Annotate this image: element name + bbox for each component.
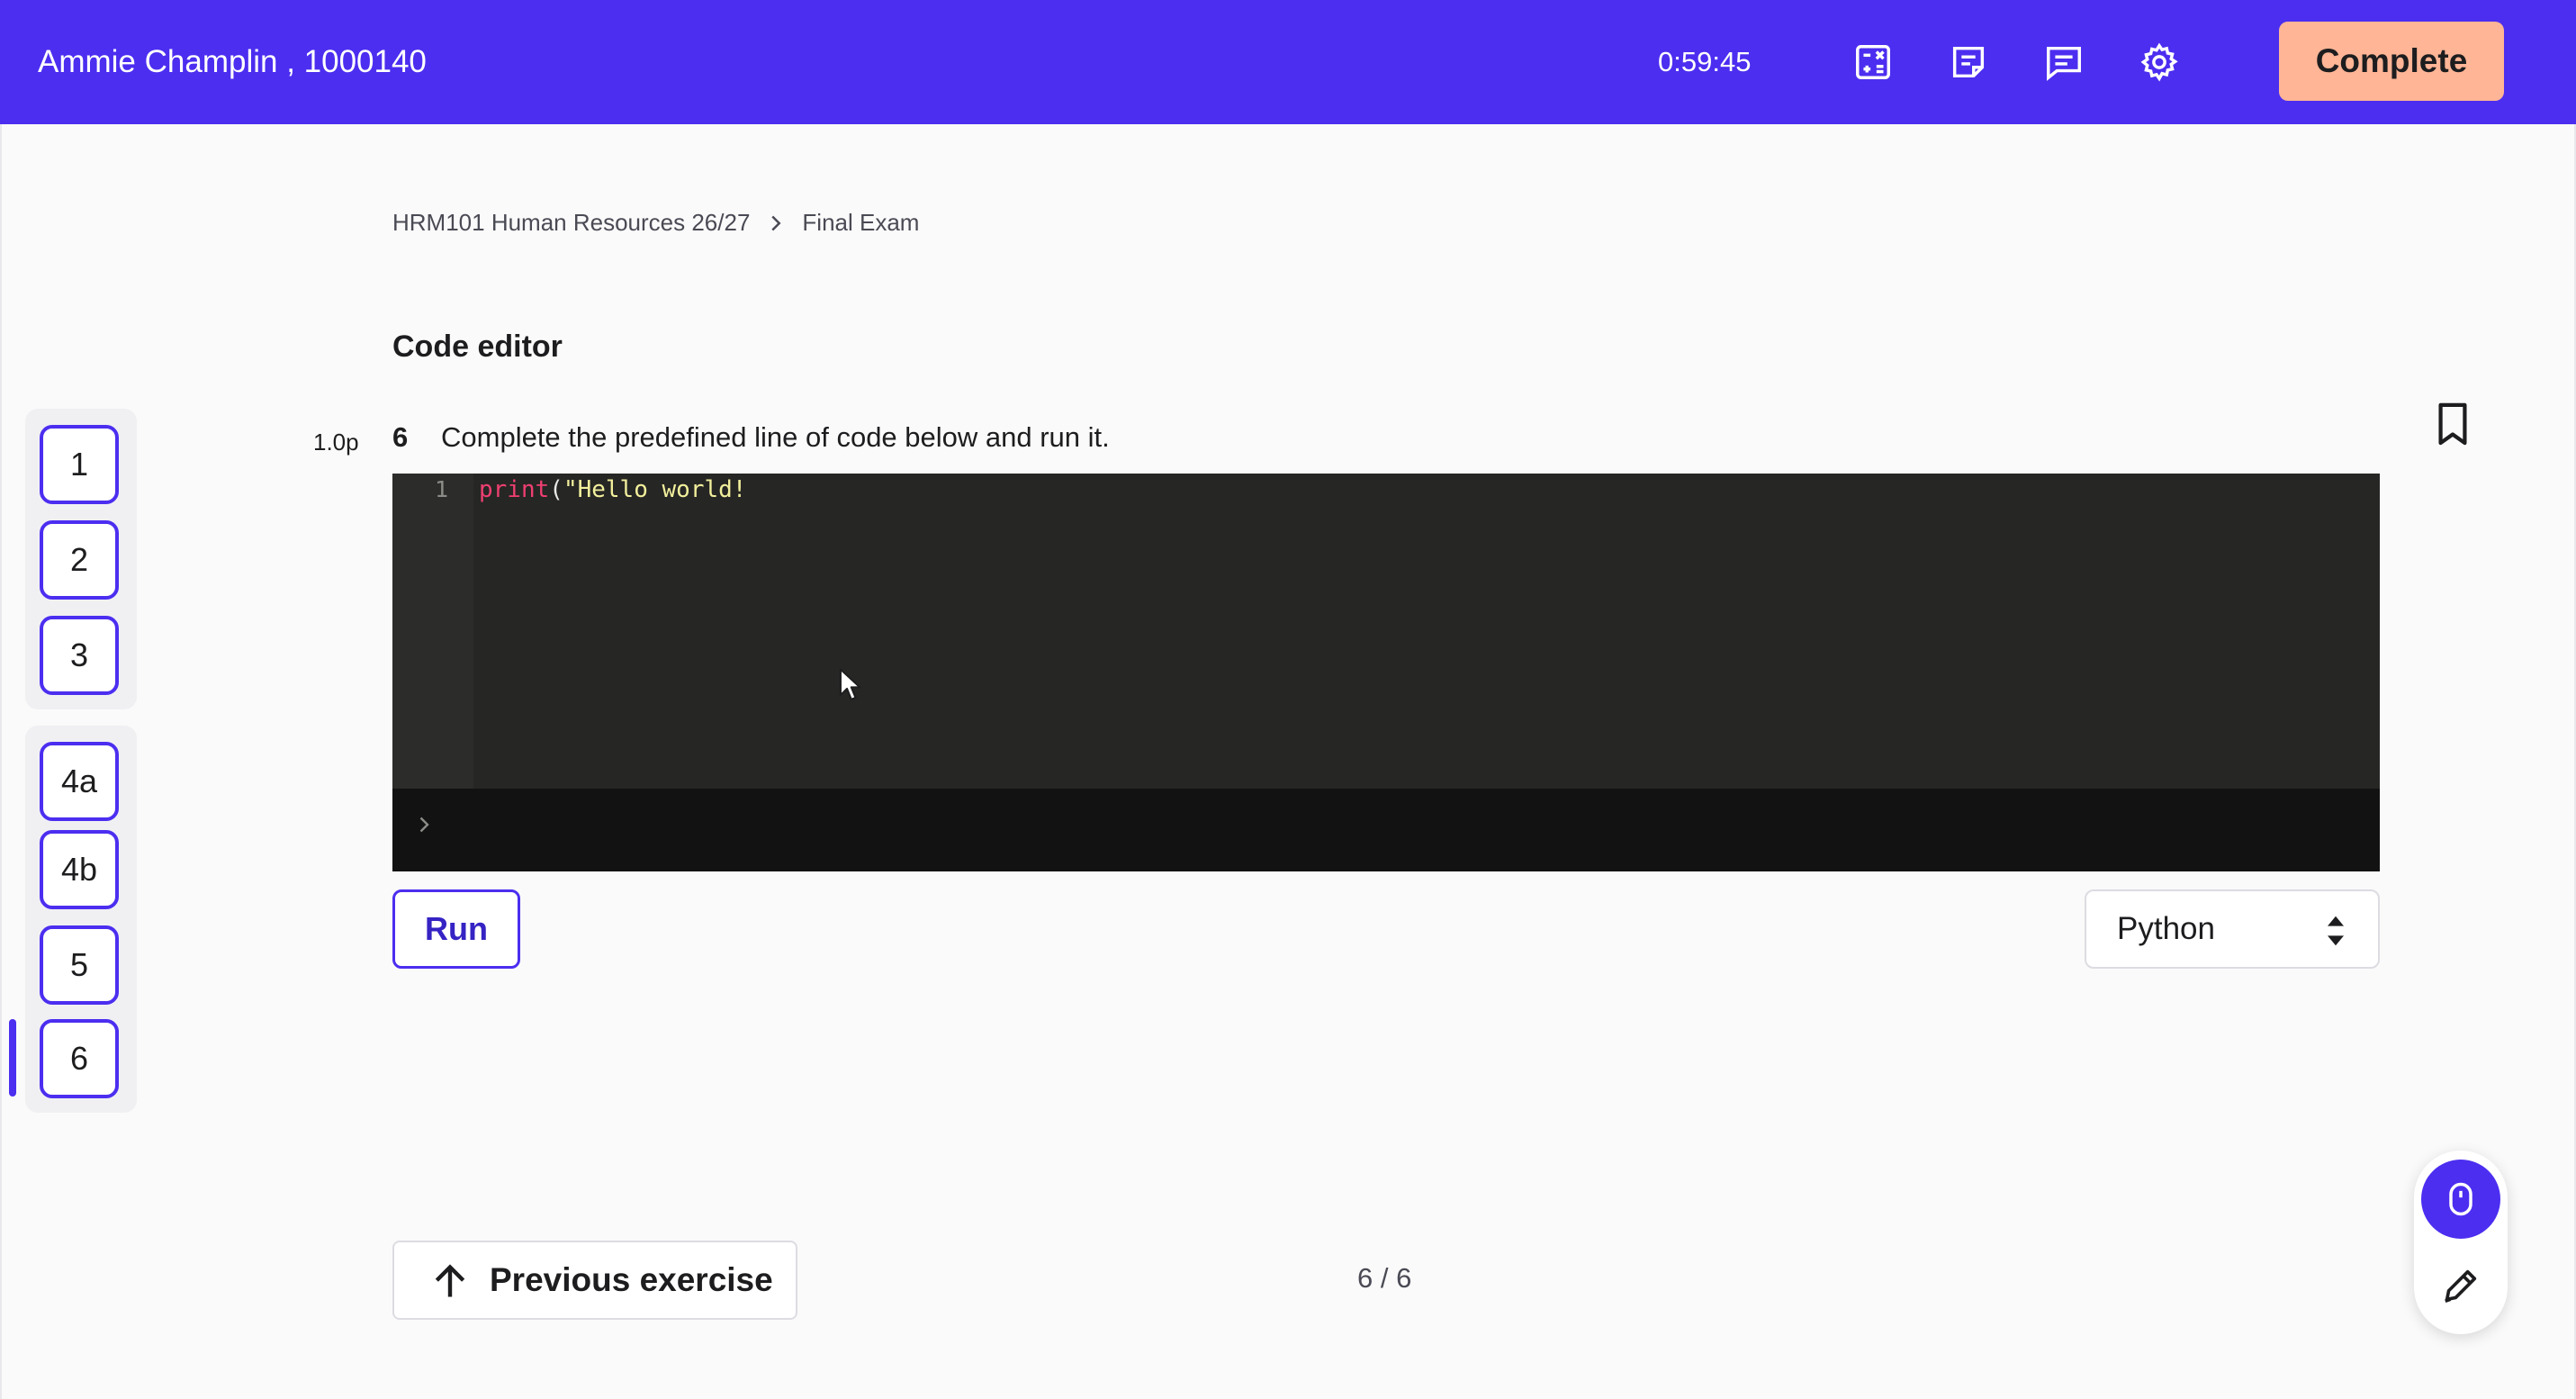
- pen-tool[interactable]: [2421, 1246, 2500, 1325]
- previous-exercise-label: Previous exercise: [490, 1261, 773, 1298]
- output-console[interactable]: [392, 789, 2380, 871]
- question-nav-4b[interactable]: 4b: [40, 830, 119, 909]
- question-points: 1.0p: [313, 429, 359, 456]
- question-nav-6[interactable]: 6: [40, 1019, 119, 1098]
- bookmark-icon[interactable]: [2432, 402, 2473, 447]
- question-nav-group-1: 1 2 3: [25, 409, 137, 709]
- breadcrumb-course[interactable]: HRM101 Human Resources 26/27: [392, 209, 750, 237]
- page-title: Code editor: [392, 329, 563, 364]
- code-keyword: print: [479, 476, 550, 503]
- top-bar: Ammie Champlin , 1000140 0:59:45 Complet…: [0, 0, 2576, 124]
- question-text: Complete the predefined line of code bel…: [441, 421, 1110, 453]
- language-select[interactable]: Python: [2085, 889, 2380, 969]
- user-name-id: Ammie Champlin , 1000140: [38, 44, 427, 79]
- exam-timer: 0:59:45: [1658, 46, 1752, 77]
- chevron-right-icon: [771, 215, 781, 230]
- arrow-up-icon: [435, 1264, 465, 1297]
- mouse-icon: [2449, 1182, 2472, 1216]
- line-number: 1: [434, 476, 448, 502]
- calculator-icon[interactable]: [1849, 38, 1897, 86]
- gear-icon[interactable]: [2135, 38, 2184, 86]
- sort-updown-icon: [2328, 916, 2344, 946]
- complete-button[interactable]: Complete: [2279, 22, 2504, 101]
- code-editor[interactable]: 1 print("Hello world!: [392, 474, 2380, 789]
- mouse-cursor-icon: [839, 668, 861, 700]
- chat-icon[interactable]: [2040, 38, 2088, 86]
- code-string: "Hello world!: [563, 476, 747, 503]
- active-question-marker: [9, 1019, 16, 1097]
- question-nav-group-2: 4a 4b 5 6: [25, 726, 137, 1113]
- console-prompt-icon: [419, 817, 429, 833]
- question-nav-5[interactable]: 5: [40, 925, 119, 1005]
- mouse-pointer-tool[interactable]: [2421, 1160, 2500, 1239]
- notes-icon[interactable]: [1944, 38, 1993, 86]
- code-line-1[interactable]: print("Hello world!: [479, 474, 746, 511]
- page-count: 6 / 6: [1357, 1262, 1412, 1294]
- code-paren: (: [549, 476, 563, 503]
- previous-exercise-button[interactable]: Previous exercise: [392, 1241, 797, 1320]
- floating-tools: [2414, 1151, 2508, 1334]
- run-button[interactable]: Run: [392, 889, 520, 969]
- breadcrumb: HRM101 Human Resources 26/27 Final Exam: [392, 209, 919, 237]
- question-nav-3[interactable]: 3: [40, 616, 119, 695]
- question-nav-4a[interactable]: 4a: [40, 742, 119, 821]
- breadcrumb-exam[interactable]: Final Exam: [802, 209, 919, 237]
- editor-gutter: 1: [392, 474, 473, 789]
- question-nav-2[interactable]: 2: [40, 520, 119, 600]
- language-selected: Python: [2117, 911, 2215, 946]
- pen-icon: [2445, 1269, 2477, 1303]
- question-number: 6: [392, 421, 409, 453]
- question-nav-1[interactable]: 1: [40, 425, 119, 504]
